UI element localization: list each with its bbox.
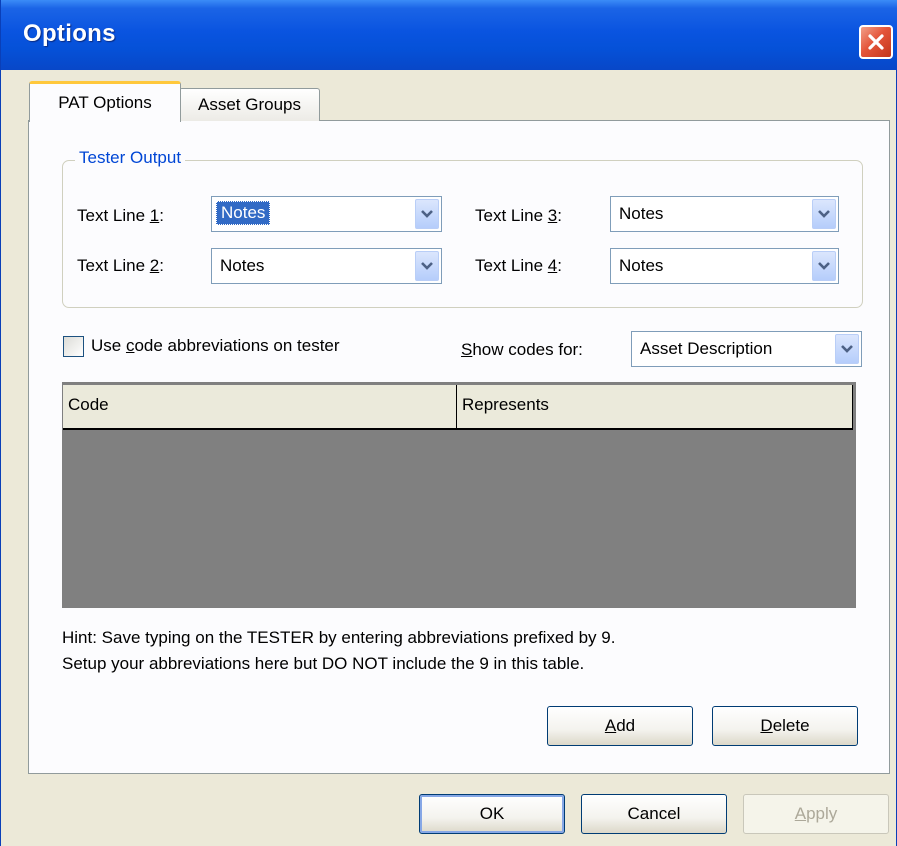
text-line-3-select[interactable]: Notes [610, 196, 839, 232]
dropdown-button[interactable] [835, 334, 859, 364]
chevron-down-icon [818, 262, 830, 270]
options-dialog: Options PAT Options Asset Groups Tester … [0, 0, 897, 846]
text-line-4-value: Notes [619, 256, 664, 275]
text-line-2-select[interactable]: Notes [211, 248, 442, 284]
column-header-code[interactable]: Code [63, 385, 457, 430]
text-line-4-select[interactable]: Notes [610, 248, 839, 284]
close-button[interactable] [859, 25, 893, 59]
show-codes-value: Asset Description [640, 339, 773, 358]
hint-line-1: Hint: Save typing on the TESTER by enter… [62, 628, 616, 647]
chevron-down-icon [421, 262, 433, 270]
tab-pat-options[interactable]: PAT Options [29, 81, 181, 122]
text-line-2-value: Notes [220, 256, 265, 275]
close-icon [868, 34, 884, 50]
ok-button[interactable]: OK [419, 794, 565, 834]
show-codes-select[interactable]: Asset Description [631, 331, 862, 367]
text-line-1-label: Text Line 1: [77, 206, 164, 225]
text-line-1-value: Notes [216, 201, 271, 225]
text-line-2-label: Text Line 2: [77, 256, 164, 275]
delete-button[interactable]: Delete [712, 706, 858, 746]
tester-output-group [62, 160, 863, 308]
use-abbreviations-label[interactable]: Use code abbreviations on tester [91, 336, 340, 356]
chevron-down-icon [841, 345, 853, 353]
window-title: Options [23, 20, 116, 47]
text-line-3-value: Notes [619, 204, 664, 223]
title-bar[interactable]: Options [1, 0, 897, 70]
cancel-button[interactable]: Cancel [581, 794, 727, 834]
use-abbreviations-checkbox[interactable] [63, 336, 84, 357]
tab-asset-groups[interactable]: Asset Groups [179, 88, 320, 121]
hint-line-2: Setup your abbreviations here but DO NOT… [62, 654, 585, 673]
column-header-represents[interactable]: Represents [457, 385, 853, 430]
dropdown-button[interactable] [415, 251, 439, 281]
text-line-1-select[interactable]: Notes [211, 196, 442, 232]
add-button[interactable]: Add [547, 706, 693, 746]
text-line-3-label: Text Line 3: [475, 206, 562, 225]
text-line-4-label: Text Line 4: [475, 256, 562, 275]
apply-button[interactable]: Apply [743, 794, 889, 834]
chevron-down-icon [421, 210, 433, 218]
dropdown-button[interactable] [415, 199, 439, 229]
show-codes-label: Show codes for: [461, 340, 583, 359]
tester-output-title: Tester Output [75, 148, 186, 168]
dropdown-button[interactable] [812, 199, 836, 229]
dropdown-button[interactable] [812, 251, 836, 281]
chevron-down-icon [818, 210, 830, 218]
